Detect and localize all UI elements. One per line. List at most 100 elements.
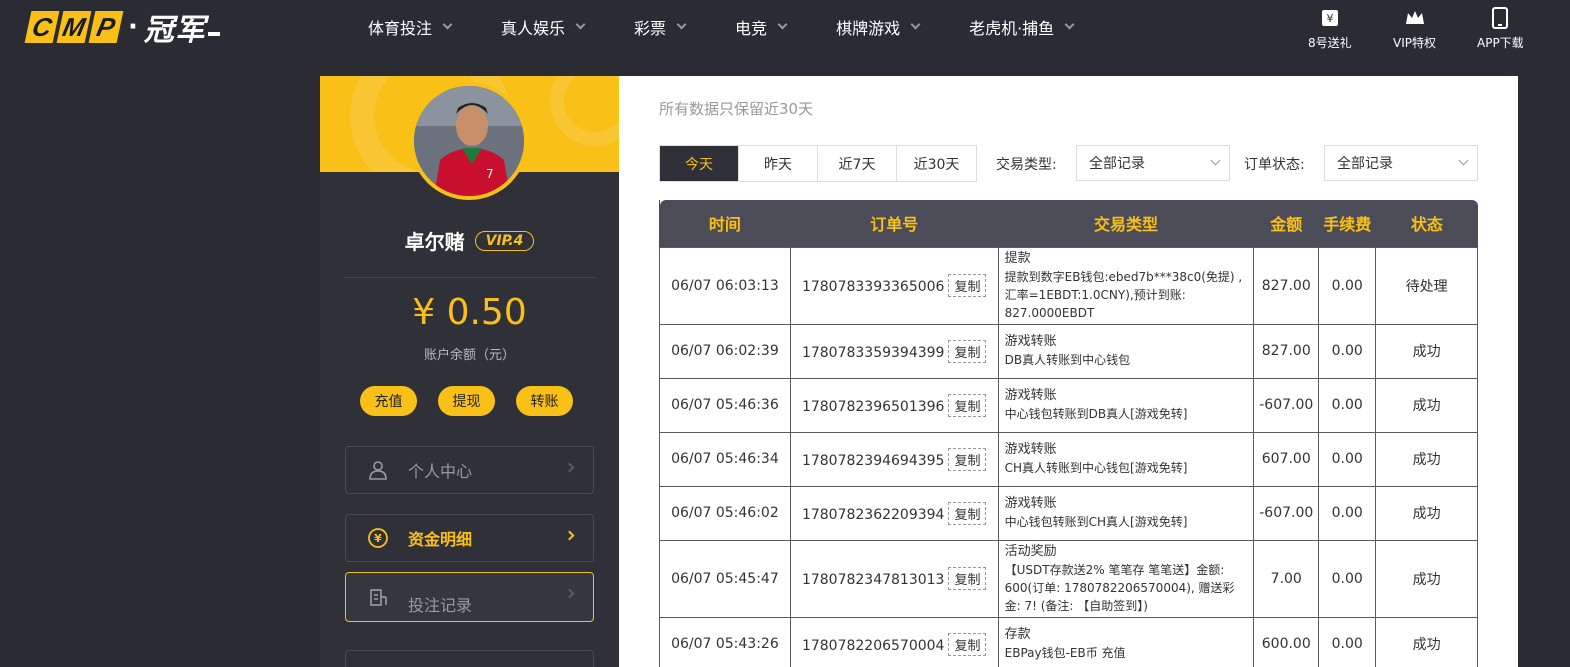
logo-letter: C (24, 11, 60, 43)
quick-link-gift[interactable]: ¥ 8号送礼 (1308, 6, 1352, 51)
cell-status: 成功 (1375, 377, 1478, 433)
withdraw-button[interactable]: 提现 (438, 386, 495, 416)
cell-time: 06/07 06:03:13 (659, 246, 791, 325)
nav-label: 电竞 (735, 19, 768, 38)
table-row: 06/07 06:03:13 1780783393365006 复制 提款 提款到数… (659, 246, 1478, 325)
svg-text:¥: ¥ (374, 532, 382, 545)
cell-status: 成功 (1375, 431, 1478, 487)
sidebar-item-personal-center[interactable]: 个人中心 (345, 446, 594, 494)
sidebar-item-next[interactable] (345, 650, 594, 667)
phone-icon (1488, 6, 1512, 30)
copy-button[interactable]: 复制 (948, 393, 987, 417)
quick-label: 8号送礼 (1308, 36, 1352, 50)
copy-button[interactable]: 复制 (948, 567, 987, 590)
wallet-actions: 充值 提现 转账 (360, 386, 573, 416)
nav-item-slots-fishing[interactable]: 老虎机·捕鱼 (969, 0, 1075, 54)
date-range-tabs: 今天 昨天 近7天 近30天 (659, 145, 977, 182)
cell-amount: 7.00 (1253, 539, 1320, 618)
cell-fee: 0.00 (1318, 485, 1377, 541)
cell-type: 活动奖励 【USDT存款送2% 笔笔存 笔笔送】金额: 600(订单: 17807… (997, 539, 1255, 618)
quick-link-vip[interactable]: VIP特权 (1393, 6, 1436, 51)
transactions-table: 时间 订单号 交易类型 金额 手续费 状态 06/07 06:03:13 178… (659, 200, 1478, 667)
nav-label: 老虎机·捕鱼 (969, 19, 1055, 38)
site-logo[interactable]: C M P · 冠军 (24, 10, 220, 48)
cell-order: 1780783359394399 复制 (789, 323, 999, 379)
transaction-type-select[interactable]: 全部记录 (1076, 145, 1230, 181)
cell-fee: 0.00 (1318, 323, 1377, 379)
decor-ring (550, 76, 619, 146)
divider (344, 277, 595, 278)
avatar[interactable]: 7 (410, 82, 528, 200)
copy-button[interactable]: 复制 (948, 501, 987, 525)
cell-status: 成功 (1375, 323, 1478, 379)
cell-type: 游戏转账 中心钱包转账到CH真人[游戏免转] (997, 485, 1255, 541)
logo-dash (207, 32, 220, 36)
cell-fee: 0.00 (1318, 377, 1377, 433)
cell-amount: 600.00 (1253, 616, 1320, 667)
column-header-type: 交易类型 (997, 200, 1254, 247)
tab-last-7-days[interactable]: 近7天 (818, 146, 897, 181)
transaction-type-label: 交易类型: (996, 157, 1057, 173)
copy-button[interactable]: 复制 (948, 632, 987, 656)
type-title: 活动奖励 (1004, 543, 1057, 559)
quick-link-app[interactable]: APP下载 (1477, 6, 1524, 51)
cell-time: 06/07 05:43:26 (659, 616, 791, 667)
copy-button[interactable]: 复制 (948, 447, 987, 471)
deposit-button[interactable]: 充值 (360, 386, 417, 416)
balance-label: 账户余额（元） (423, 348, 515, 363)
nav-label: 棋牌游戏 (836, 19, 901, 38)
logo-text: 冠军 (143, 13, 206, 48)
table-header-row: 时间 订单号 交易类型 金额 手续费 状态 (659, 200, 1478, 247)
transfer-button[interactable]: 转账 (516, 386, 573, 416)
cell-type: 游戏转账 CH真人转账到中心钱包[游戏免转] (997, 431, 1255, 487)
type-title: 游戏转账 (1004, 442, 1057, 457)
nav-item-live-casino[interactable]: 真人娱乐 (501, 0, 586, 54)
table-row: 06/07 05:46:02 1780782362209394 复制 游戏转账 中心… (659, 485, 1478, 541)
column-header-amount: 金额 (1253, 200, 1319, 247)
order-number: 1780782347813013 (801, 572, 945, 588)
order-number: 1780782206570004 (801, 637, 945, 654)
retention-note: 所有数据只保留近30天 (659, 100, 814, 118)
fund-details-panel: 所有数据只保留近30天 今天 昨天 近7天 近30天 交易类型: 全部记录 订单… (619, 76, 1518, 667)
type-title: 游戏转账 (1004, 334, 1057, 349)
column-header-time: 时间 (659, 200, 791, 247)
vip-badge[interactable]: VIP.4 (474, 230, 535, 251)
nav-item-esports[interactable]: 电竞 (735, 0, 788, 54)
order-number: 1780783359394399 (801, 344, 945, 361)
tab-today[interactable]: 今天 (660, 146, 739, 181)
table-row: 06/07 06:02:39 1780783359394399 复制 游戏转账 DB… (659, 323, 1478, 379)
sidebar-item-bet-records[interactable]: 投注记录 (345, 572, 594, 622)
order-number: 1780782362209394 (801, 506, 945, 523)
nav-item-sports[interactable]: 体育投注 (368, 0, 453, 54)
sidebar-item-fund-details[interactable]: ¥ 资金明细 (345, 514, 594, 562)
table-row: 06/07 05:46:36 1780782396501396 复制 游戏转账 中心… (659, 377, 1478, 433)
chevron-right-icon (564, 588, 575, 599)
nav-item-lottery[interactable]: 彩票 (634, 0, 687, 54)
order-status-label: 订单状态: (1244, 157, 1305, 173)
crown-icon (1403, 6, 1427, 30)
cell-time: 06/07 05:46:02 (659, 485, 791, 541)
cell-type: 游戏转账 中心钱包转账到DB真人[游戏免转] (997, 377, 1255, 433)
cell-amount: -607.00 (1253, 485, 1320, 541)
cell-status: 成功 (1375, 616, 1478, 667)
chevron-down-icon (1210, 155, 1221, 166)
sidebar-item-label: 资金明细 (408, 530, 473, 549)
main-nav: 体育投注 真人娱乐 彩票 电竞 棋牌游戏 老虎机·捕鱼 (368, 0, 1123, 54)
order-status-select[interactable]: 全部记录 (1324, 145, 1478, 181)
tab-yesterday[interactable]: 昨天 (739, 146, 818, 181)
cell-order: 1780782362209394 复制 (789, 485, 999, 541)
nav-label: 真人娱乐 (501, 19, 566, 38)
cell-order: 1780782347813013 复制 (789, 539, 999, 618)
column-header-order-no: 订单号 (789, 200, 999, 247)
copy-button[interactable]: 复制 (948, 339, 987, 363)
nav-item-chess-games[interactable]: 棋牌游戏 (836, 0, 921, 54)
cell-amount: 827.00 (1253, 323, 1320, 379)
cell-status: 成功 (1375, 539, 1478, 618)
order-number: 1780783393365006 (801, 279, 945, 295)
cell-status: 待处理 (1375, 246, 1478, 325)
type-detail: CH真人转账到中心钱包[游戏免转] (1004, 461, 1188, 475)
cell-fee: 0.00 (1318, 616, 1377, 667)
tab-last-30-days[interactable]: 近30天 (897, 146, 976, 181)
account-balance: ¥ 0.50 (412, 292, 527, 333)
copy-button[interactable]: 复制 (948, 274, 987, 297)
